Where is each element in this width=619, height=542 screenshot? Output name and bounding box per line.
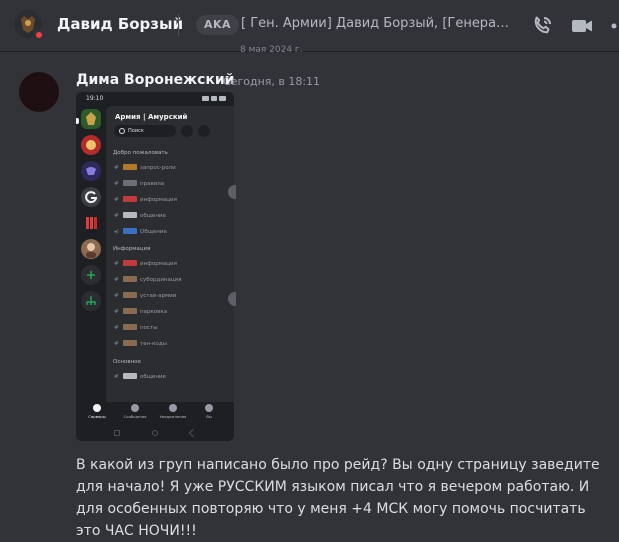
aka-nicknames[interactable]: [ Ген. Армии] Давид Борзый, [Генерал Арм…: [241, 16, 511, 31]
phone-tab-you: Вы: [192, 404, 226, 419]
phone-channel: # субординация: [114, 276, 182, 283]
phone-tab-notifications: Уведомления: [156, 404, 190, 419]
phone-time: 19:10: [86, 95, 104, 102]
video-camera-icon[interactable]: [570, 14, 594, 38]
phone-channel: # устав-армии: [114, 292, 177, 299]
phone-category-label: Добро пожаловать: [113, 150, 168, 156]
phone-events-icon: [198, 125, 210, 137]
message-author-avatar[interactable]: [19, 72, 59, 112]
server-red-bars-icon: [81, 213, 101, 233]
message-timestamp: Сегодня, в 18:11: [223, 75, 321, 88]
phone-category-label: Основное: [113, 359, 141, 365]
phone-channel: # запрос-роли: [114, 164, 176, 171]
phone-tab-bar: Серверы Сообщения Уведомления Вы: [76, 402, 234, 425]
more-icon[interactable]: [606, 14, 619, 38]
phone-system-icons: [202, 96, 227, 101]
server-rail: [76, 106, 106, 402]
channel-list-panel: Армия | Амурский Поиск Добро пожаловать …: [106, 106, 234, 402]
phone-channel: ◂) Общение: [114, 228, 167, 235]
phone-nav-bar: [76, 425, 234, 441]
phone-channel: # общение: [114, 212, 166, 219]
server-name: Армия | Амурский: [115, 113, 188, 121]
server-g-logo-icon: [81, 187, 101, 207]
phone-channel: # правила: [114, 180, 165, 187]
attachment-edge-decoration: [228, 292, 236, 306]
image-attachment[interactable]: 19:10 Армия | Амурский Поиск Добро пожал…: [76, 92, 234, 441]
attachment-edge-decoration: [228, 185, 236, 199]
header-divider: [178, 14, 179, 36]
message-author-name[interactable]: Дима Воронежский: [76, 72, 235, 88]
phone-channel: # посты: [114, 324, 158, 331]
explore-servers-icon: [81, 291, 101, 311]
dm-header: Давид Борзый AKA [ Ген. Армии] Давид Бор…: [0, 0, 619, 52]
phone-status-bar: 19:10: [76, 92, 234, 106]
phone-icon[interactable]: [530, 14, 554, 38]
phone-category-label: Информация: [113, 246, 151, 252]
phone-channel: # парковка: [114, 308, 168, 315]
selected-pill: [76, 118, 79, 124]
phone-add-member-icon: [181, 125, 193, 137]
message-content: В какой из груп написано было про рейд? …: [76, 457, 600, 539]
phone-search-button: Поиск: [114, 125, 176, 137]
date-divider: 8 мая 2024 г.: [240, 45, 303, 55]
aka-badge: AKA: [196, 15, 240, 35]
server-army-icon: [81, 109, 101, 129]
server-portrait-icon: [81, 239, 101, 259]
server-red-emblem-icon: [81, 135, 101, 155]
phone-channel: # информация: [114, 196, 177, 203]
status-dnd-indicator: [33, 29, 45, 41]
phone-tab-servers: Серверы: [80, 404, 114, 419]
phone-tab-messages: Сообщения: [118, 404, 152, 419]
phone-channel: # общение: [114, 373, 166, 380]
header-user-name[interactable]: Давид Борзый: [57, 15, 183, 33]
add-server-icon: [81, 265, 101, 285]
phone-channel: # информация: [114, 260, 177, 267]
server-mask-icon: [81, 161, 101, 181]
phone-channel: # тен-коды: [114, 340, 168, 347]
